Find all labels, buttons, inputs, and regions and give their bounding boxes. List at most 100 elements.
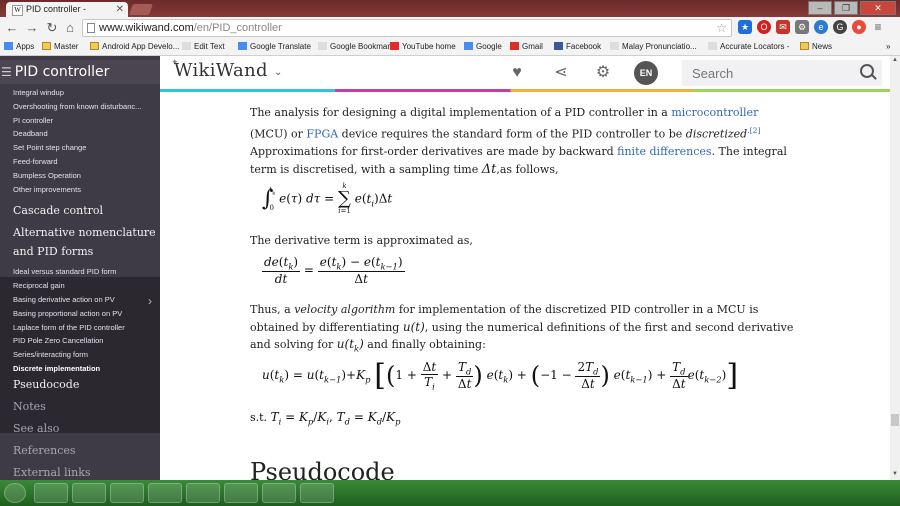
chevron-down-icon[interactable]: ⌄ [274,67,282,78]
language-button[interactable]: EN [634,61,658,85]
bookmark-star-icon[interactable]: ☆ [716,20,727,36]
bookmark-item[interactable]: Master [42,41,78,53]
bookmark-label: Google Bookmark [330,42,395,51]
new-tab-button[interactable] [128,4,154,15]
search-input[interactable] [692,65,842,81]
taskbar-app-6[interactable] [224,483,258,503]
home-icon[interactable]: ⌂ [62,20,78,35]
toc-item-current[interactable]: Discrete implementation [13,364,100,373]
taskbar-app-1[interactable] [34,483,68,503]
toc-section[interactable]: Pseudocode [13,378,79,391]
page-icon [182,42,191,50]
bookmarks-bar: Apps Master Android App Develo... Edit Text… [0,38,900,56]
toc-section[interactable]: Alternative nomenclature [13,226,156,239]
toc-subitem[interactable]: Integral windup [13,88,64,97]
restore-icon[interactable]: ❐ [834,1,858,15]
toc-title[interactable]: ☰ PID controller [0,60,160,84]
extension-e-icon[interactable]: e [814,20,828,34]
bookmark-item[interactable]: News [800,41,832,53]
search-icon[interactable] [860,64,874,78]
toc-subitem[interactable]: Basing derivative action on PV [13,295,115,304]
bookmark-item[interactable]: Apps [4,41,34,53]
wikiwand-logo[interactable]: WikiWand [174,60,268,81]
chevron-right-icon[interactable]: › [148,294,152,308]
taskbar-app-2[interactable] [72,483,106,503]
paragraph-derivative: The derivative term is approximated as, [250,234,473,247]
extension-circle-icon[interactable]: ● [852,20,866,34]
bookmark-item[interactable]: Accurate Locators - [708,41,789,53]
toc-section[interactable]: External links [13,466,91,479]
toc-subitem[interactable]: PI controller [13,116,53,125]
hamburger-icon[interactable]: ☰ [1,60,12,84]
toc-subitem[interactable]: Reciprocal gain [13,281,65,290]
toc-subitem[interactable]: Series/interacting form [13,350,88,359]
link-finite-differences[interactable]: finite differences [617,145,711,158]
reload-icon[interactable]: ↻ [44,20,60,35]
forward-icon[interactable]: → [24,20,40,35]
extension-star-icon[interactable]: ★ [738,20,752,34]
bookmark-item[interactable]: Edit Text [182,41,225,53]
toc-section[interactable]: Notes [13,400,46,413]
toc-section[interactable]: Cascade control [13,204,103,217]
taskbar-app-7[interactable] [262,483,296,503]
toc-section[interactable]: See also [13,422,59,435]
browser-tab[interactable]: W PID controller - WikiWand ✕ [6,2,128,29]
toc-section[interactable]: and PID forms [13,245,93,258]
toc-subitem[interactable]: Overshooting from known disturbanc... [13,102,141,111]
extension-opera-icon[interactable]: O [757,20,771,34]
back-icon[interactable]: ← [4,20,20,35]
link-fpga[interactable]: FPGA [306,127,338,140]
gmail-icon [510,42,519,50]
share-icon[interactable]: ⋖ [552,65,570,81]
toc-subitem[interactable]: Bumpless Operation [13,171,81,180]
equation-constants: s.t. Ti = Kp/Ki, Td = Kd/Kp [250,410,401,427]
toc-subitem[interactable]: Deadband [13,129,48,138]
toc-subitem[interactable]: Basing proportional action on PV [13,309,122,318]
start-button[interactable] [4,483,26,503]
scroll-down-icon[interactable]: ▼ [891,470,899,478]
bookmark-item[interactable]: Google Translate [238,41,311,53]
toc-subitem[interactable]: PID Pole Zero Cancellation [13,336,103,345]
taskbar-app-4[interactable] [148,483,182,503]
toc-subitem[interactable]: Other improvements [13,185,81,194]
taskbar-app-3[interactable] [110,483,144,503]
browser-toolbar: ← → ↻ ⌂ www.wikiwand.com/en/PID_controll… [0,17,900,38]
citation-link[interactable]: .[2] [747,126,760,135]
scroll-thumb[interactable] [891,414,899,426]
toc-section[interactable]: References [13,444,76,457]
page-icon [610,42,619,50]
extension-gear-icon[interactable]: ⚙ [795,20,809,34]
chrome-menu-icon[interactable]: ≡ [871,20,885,34]
equation-velocity-form: u(tk) = u(tk−1)+Kp [(1 + Δt Ti + Td Δt) e(… [262,358,739,393]
google-icon [464,42,473,50]
page-icon [318,42,327,50]
address-bar[interactable]: www.wikiwand.com/en/PID_controller ☆ [82,19,732,37]
os-taskbar [0,480,900,506]
facebook-icon [554,42,563,50]
toc-subitem[interactable]: Feed-forward [13,157,58,166]
taskbar-app-8[interactable] [300,483,334,503]
extension-g-icon[interactable]: G [833,20,847,34]
scroll-up-icon[interactable]: ▲ [891,56,899,64]
bookmark-item[interactable]: Malay Pronunciatio... [610,41,697,53]
more-bookmarks-icon[interactable]: » [886,41,890,53]
taskbar-app-5[interactable] [186,483,220,503]
tab-close-icon[interactable]: ✕ [116,2,124,17]
window-close-icon[interactable]: ✕ [860,1,896,15]
gear-icon[interactable]: ⚙ [594,65,612,81]
minimize-icon[interactable]: – [808,1,832,15]
toc-subitem[interactable]: Set Point step change [13,143,86,152]
toc-subitem[interactable]: Ideal versus standard PID form [13,267,116,276]
page-scrollbar[interactable]: ▲ ▼ [890,56,900,480]
bookmark-item[interactable]: Gmail [510,41,543,53]
link-microcontroller[interactable]: microcontroller [671,106,758,119]
bookmark-item[interactable]: YouTube home [390,41,456,53]
bookmark-item[interactable]: Google Bookmark [318,41,394,53]
bookmark-item[interactable]: Facebook [554,41,601,53]
toc-subitem[interactable]: Laplace form of the PID controller [13,323,125,332]
search-box[interactable] [682,60,882,86]
extension-mail-icon[interactable]: ✉ [776,20,790,34]
heart-icon[interactable]: ♥ [508,65,526,81]
bookmark-item[interactable]: Android App Develo... [90,41,179,53]
bookmark-item[interactable]: Google [464,41,502,53]
